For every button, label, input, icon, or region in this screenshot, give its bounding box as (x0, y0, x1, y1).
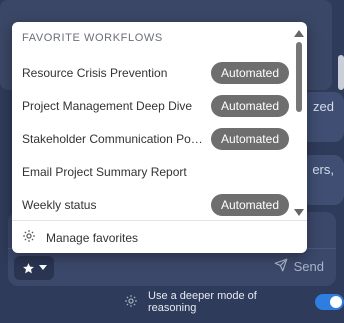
chat-message-text: ers, (312, 162, 334, 177)
automated-badge: Automated (210, 94, 289, 117)
automated-badge: Automated (210, 61, 289, 84)
page-scrollbar[interactable] (338, 55, 344, 90)
workflow-label: Email Project Summary Report (22, 164, 187, 179)
reasoning-toggle[interactable] (315, 294, 344, 310)
scroll-up-arrow-icon[interactable] (294, 30, 304, 37)
workflow-item[interactable]: Email Project Summary Report (12, 155, 293, 188)
manage-favorites-item[interactable]: Manage favorites (12, 220, 307, 253)
scrollbar-thumb[interactable] (296, 42, 302, 112)
manage-favorites-label: Manage favorites (46, 230, 139, 245)
automated-badge: Automated (210, 127, 289, 150)
chat-message-text: zed (313, 99, 334, 114)
gear-icon (22, 229, 36, 246)
workflow-item[interactable]: Weekly status Automated (12, 188, 293, 221)
workflow-label: Weekly status (22, 197, 97, 212)
dropdown-header: FAVORITE WORKFLOWS (22, 32, 163, 44)
favorites-button[interactable] (14, 256, 54, 280)
send-icon (274, 258, 288, 275)
workflow-item[interactable]: Project Management Deep Dive Automated (12, 89, 293, 122)
reasoning-toggle-row: Use a deeper mode of reasoning (124, 290, 344, 314)
chevron-down-icon (38, 265, 47, 271)
send-button[interactable]: Send (274, 258, 324, 275)
reasoning-label: Use a deeper mode of reasoning (148, 290, 257, 314)
scroll-down-arrow-icon[interactable] (294, 209, 304, 216)
send-label: Send (293, 259, 324, 274)
automated-badge: Automated (210, 193, 289, 216)
workflow-item[interactable]: Resource Crisis Prevention Automated (12, 56, 293, 89)
workflow-label: Stakeholder Communication Power... (22, 131, 205, 146)
star-icon (22, 262, 35, 275)
dropdown-scrollbar[interactable] (294, 26, 304, 216)
favorite-workflows-dropdown: FAVORITE WORKFLOWS Resource Crisis Preve… (12, 22, 307, 253)
workflow-label: Project Management Deep Dive (22, 98, 193, 113)
workflow-label: Resource Crisis Prevention (22, 65, 168, 80)
gear-icon (124, 294, 138, 311)
workflow-item[interactable]: Stakeholder Communication Power... Autom… (12, 122, 293, 155)
